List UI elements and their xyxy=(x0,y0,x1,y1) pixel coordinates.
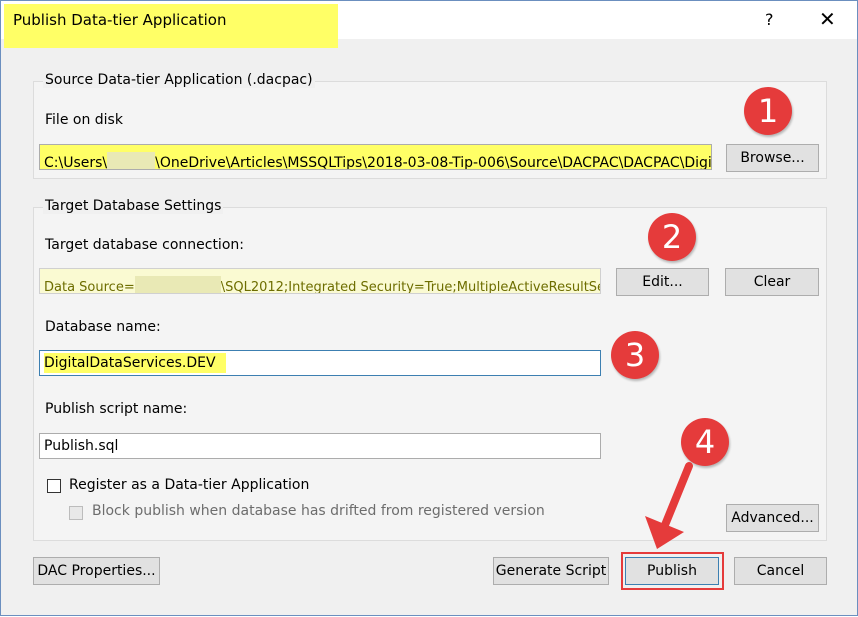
step-2-badge: 2 xyxy=(648,213,696,261)
close-icon[interactable]: ✕ xyxy=(819,7,836,31)
clear-button[interactable]: Clear xyxy=(725,268,819,296)
block-publish-checkbox[interactable] xyxy=(69,506,83,520)
source-group-title: Source Data-tier Application (.dacpac) xyxy=(43,72,315,88)
dialog-title: Publish Data-tier Application xyxy=(13,11,227,29)
connection-suffix: \SQL2012;Integrated Security=True;Multip… xyxy=(220,280,601,294)
database-name-label: Database name: xyxy=(45,319,161,335)
step-4-badge: 4 xyxy=(681,418,729,466)
publish-script-input[interactable]: Publish.sql xyxy=(39,433,601,459)
block-publish-label: Block publish when database has drifted … xyxy=(92,503,545,519)
title-bar: Publish Data-tier Application ? ✕ xyxy=(1,1,857,48)
connection-string-field: Data Source= \SQL2012;Integrated Security… xyxy=(39,268,601,294)
cancel-button[interactable]: Cancel xyxy=(734,557,827,585)
file-on-disk-label: File on disk xyxy=(45,112,123,128)
step-3-badge: 3 xyxy=(611,331,659,379)
register-label: Register as a Data-tier Application xyxy=(69,477,310,493)
database-name-input[interactable]: DigitalDataServices.DEV xyxy=(39,350,601,376)
publish-script-label: Publish script name: xyxy=(45,401,188,417)
redaction-mark xyxy=(134,276,221,293)
redaction-mark xyxy=(107,152,156,169)
publish-dialog: Publish Data-tier Application ? ✕ Source… xyxy=(0,0,858,616)
register-checkbox[interactable] xyxy=(47,479,61,493)
file-path-prefix: C:\Users\ xyxy=(44,155,108,170)
connection-label: Target database connection: xyxy=(45,237,244,253)
dac-properties-button[interactable]: DAC Properties... xyxy=(33,557,160,585)
edit-button[interactable]: Edit... xyxy=(616,268,709,296)
database-name-value: DigitalDataServices.DEV xyxy=(44,353,226,373)
file-path-input[interactable]: C:\Users\ \OneDrive\Articles\MSSQLTips\20… xyxy=(39,144,712,170)
help-button[interactable]: ? xyxy=(765,10,774,29)
file-path-suffix: \OneDrive\Articles\MSSQLTips\2018-03-08-… xyxy=(155,155,712,170)
connection-prefix: Data Source= xyxy=(44,280,135,294)
advanced-button[interactable]: Advanced... xyxy=(726,504,819,532)
step-1-badge: 1 xyxy=(744,87,792,135)
target-group-title: Target Database Settings xyxy=(43,198,224,214)
generate-script-button[interactable]: Generate Script xyxy=(493,557,609,585)
browse-button[interactable]: Browse... xyxy=(726,144,819,172)
publish-highlight-box xyxy=(621,552,724,590)
publish-script-value: Publish.sql xyxy=(44,438,119,454)
